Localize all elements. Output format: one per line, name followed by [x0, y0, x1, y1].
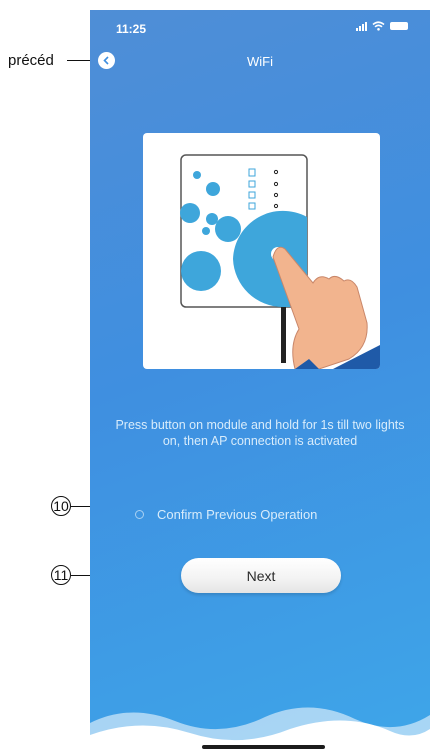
phone-screen: 11:25 WiFi Press button on module and ho… [90, 10, 430, 755]
status-icons [356, 21, 408, 31]
status-bar: 11:25 [90, 10, 430, 40]
confirm-label: Confirm Previous Operation [157, 507, 318, 522]
module-illustration [143, 133, 380, 369]
battery-icon [390, 22, 408, 30]
nav-bar: WiFi [90, 46, 430, 76]
signal-icon [356, 21, 367, 31]
confirm-radio[interactable] [135, 510, 144, 519]
page-title: WiFi [247, 54, 273, 69]
annotation-number-10: 10 [51, 496, 71, 516]
instruction-text: Press button on module and hold for 1s t… [115, 418, 405, 448]
wifi-icon [372, 21, 385, 31]
annotation-back-label: précéd [8, 52, 54, 69]
next-button[interactable]: Next [181, 558, 341, 593]
status-time: 11:25 [116, 22, 147, 36]
page: précéd 10 11 11:25 WiFi Press button on … [0, 0, 430, 755]
confirm-checkbox-row[interactable]: Confirm Previous Operation [135, 507, 317, 522]
home-indicator [202, 745, 325, 749]
module-hand-image [180, 154, 380, 369]
annotation-number-11: 11 [51, 565, 71, 585]
